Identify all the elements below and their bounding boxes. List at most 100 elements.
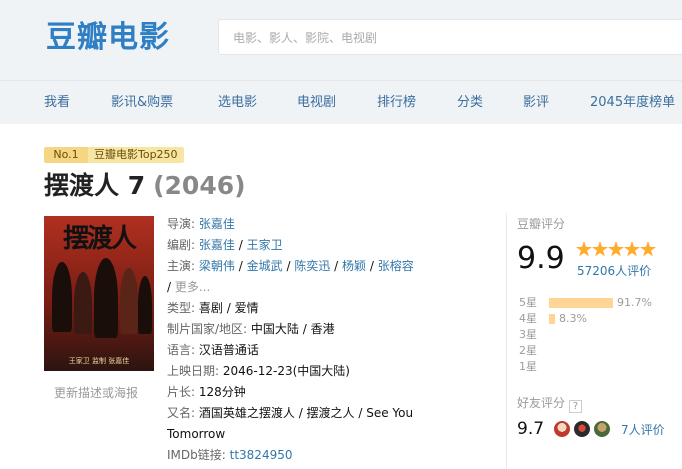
cast-label: 主演: — [167, 259, 196, 273]
distribution-label: 2星 — [519, 344, 537, 357]
writer-link[interactable]: 王家卫 — [247, 238, 283, 252]
rating-stars — [576, 241, 656, 257]
search-input[interactable]: 电影、影人、影院、电视剧 — [218, 19, 682, 55]
movie-poster[interactable]: 摆渡人 王家卫 监制 张嘉佳 — [44, 216, 154, 371]
language-label: 语言: — [167, 343, 196, 357]
language-value: 汉语普通话 — [198, 343, 259, 357]
poster-figure — [138, 276, 152, 334]
poster-title-art: 摆渡人 — [62, 224, 137, 254]
distribution-percent: 8.3% — [559, 312, 587, 325]
separator: / — [167, 280, 172, 294]
cast-link[interactable]: 杨颖 — [342, 259, 366, 273]
movie-year: (2046) — [153, 171, 246, 200]
distribution-bar — [549, 298, 613, 308]
avatar[interactable] — [573, 420, 591, 438]
movie-title: 摆渡人 7 (2046) — [44, 170, 246, 202]
cast-row: 主演: 梁朝伟 / 金城武 / 陈奕迅 / 杨颖 / 张榕容 — [167, 256, 487, 277]
country-row: 制片国家/地区: 中国大陆 / 香港 — [167, 319, 487, 340]
nav-item-tag[interactable]: 分类 — [457, 81, 483, 125]
rank-badge: No.1 — [44, 147, 88, 163]
separator: / — [369, 259, 374, 273]
imdb-label: IMDb链接: — [167, 448, 226, 462]
site-header: 豆瓣电影 电影、影人、影院、电视剧 — [0, 0, 682, 80]
star-icon — [592, 241, 608, 257]
separator: / — [286, 259, 291, 273]
distribution-percent: 91.7% — [617, 296, 652, 309]
nav-item-explore[interactable]: 选电影 — [218, 81, 257, 125]
cast-link[interactable]: 陈奕迅 — [294, 259, 330, 273]
cast-link[interactable]: 梁朝伟 — [199, 259, 235, 273]
aka-value: Tomorrow — [167, 427, 226, 441]
cast-more-row: / 更多... — [167, 277, 487, 298]
director-row: 导演: 张嘉佳 — [167, 214, 487, 235]
separator: / — [226, 301, 231, 315]
runtime-label: 片长: — [167, 385, 196, 399]
poster-figure — [74, 272, 92, 334]
runtime-value: 128分钟 — [198, 385, 246, 399]
country-value: 中国大陆 / 香港 — [250, 322, 335, 336]
genre-label: 类型: — [167, 301, 196, 315]
aka-label: 又名: — [167, 406, 196, 420]
rating-score: 9.9 — [517, 241, 565, 276]
separator: / — [334, 259, 339, 273]
cast-link[interactable]: 张榕容 — [378, 259, 414, 273]
rating-panel: 豆瓣评分 9.9 57206人评价 5星 91.7% 4星 8.3% 3星 2星 1星 好友… — [506, 213, 682, 469]
distribution-bar — [549, 314, 555, 324]
friend-rating-header: 好友评分? — [517, 394, 583, 413]
poster-figure — [94, 258, 118, 338]
imdb-row: IMDb链接: tt3824950 — [167, 445, 487, 466]
distribution-label: 1星 — [519, 360, 537, 373]
avatar[interactable] — [593, 420, 611, 438]
nav-item-chart[interactable]: 排行榜 — [377, 81, 416, 125]
nav-item-showtimes[interactable]: 影讯&购票 — [111, 81, 173, 125]
distribution-label: 4星 — [519, 312, 537, 325]
rating-votes-link[interactable]: 57206人评价 — [577, 262, 651, 279]
imdb-link[interactable]: tt3824950 — [230, 448, 293, 462]
separator: / — [238, 259, 243, 273]
director-label: 导演: — [167, 217, 196, 231]
distribution-label: 3星 — [519, 328, 537, 341]
genre-value: 爱情 — [234, 301, 259, 315]
distribution-label: 5星 — [519, 296, 537, 309]
star-icon — [624, 241, 640, 257]
friend-rating-score: 9.7 — [517, 419, 545, 439]
runtime-row: 片长: 128分钟 — [167, 382, 487, 403]
writer-label: 编剧: — [167, 238, 196, 252]
nav-item-annual[interactable]: 2045年度榜单 — [590, 81, 675, 125]
cast-link[interactable]: 金城武 — [247, 259, 283, 273]
poster-caption: 王家卫 监制 张嘉佳 — [68, 357, 130, 365]
language-row: 语言: 汉语普通话 — [167, 340, 487, 361]
help-icon[interactable]: ? — [569, 400, 583, 413]
country-label: 制片国家/地区: — [167, 322, 248, 336]
nav-item-tv[interactable]: 电视剧 — [297, 81, 336, 125]
movie-name: 摆渡人 7 — [44, 171, 146, 200]
friend-rating-label: 好友评分 — [517, 396, 566, 410]
aka-row: 又名: 酒国英雄之摆渡人 / 摆渡之人 / See You — [167, 403, 487, 424]
writer-row: 编剧: 张嘉佳 / 王家卫 — [167, 235, 487, 256]
separator: / — [238, 238, 243, 252]
genre-row: 类型: 喜剧 / 爱情 — [167, 298, 487, 319]
poster-figure — [120, 268, 138, 334]
director-link[interactable]: 张嘉佳 — [199, 217, 235, 231]
star-icon — [576, 241, 592, 257]
writer-link[interactable]: 张嘉佳 — [199, 238, 235, 252]
release-label: 上映日期: — [167, 364, 220, 378]
release-row: 上映日期: 2046-12-23(中国大陆) — [167, 361, 487, 382]
top250-label: 豆瓣电影Top250 — [88, 147, 184, 163]
nav-item-review[interactable]: 影评 — [523, 81, 549, 125]
aka-value: 酒国英雄之摆渡人 / 摆渡之人 / See You — [198, 406, 414, 420]
aka-row-continued: Tomorrow — [167, 424, 487, 445]
star-icon — [608, 241, 624, 257]
rating-header: 豆瓣评分 — [517, 217, 566, 231]
friend-rating-count-link[interactable]: 7人评价 — [621, 421, 665, 438]
nav-item-mine[interactable]: 我看 — [44, 81, 70, 125]
star-icon — [640, 241, 656, 257]
avatar[interactable] — [553, 420, 571, 438]
poster-figure — [52, 262, 72, 332]
genre-value: 喜剧 — [198, 301, 223, 315]
site-logo[interactable]: 豆瓣电影 — [46, 18, 170, 58]
movie-info: 导演: 张嘉佳 编剧: 张嘉佳 / 王家卫 主演: 梁朝伟 / 金城武 / 陈奕… — [167, 214, 487, 466]
more-cast-link[interactable]: 更多... — [175, 280, 210, 294]
update-poster-link[interactable]: 更新描述或海报 — [54, 384, 138, 401]
release-value: 2046-12-23(中国大陆) — [222, 364, 350, 378]
